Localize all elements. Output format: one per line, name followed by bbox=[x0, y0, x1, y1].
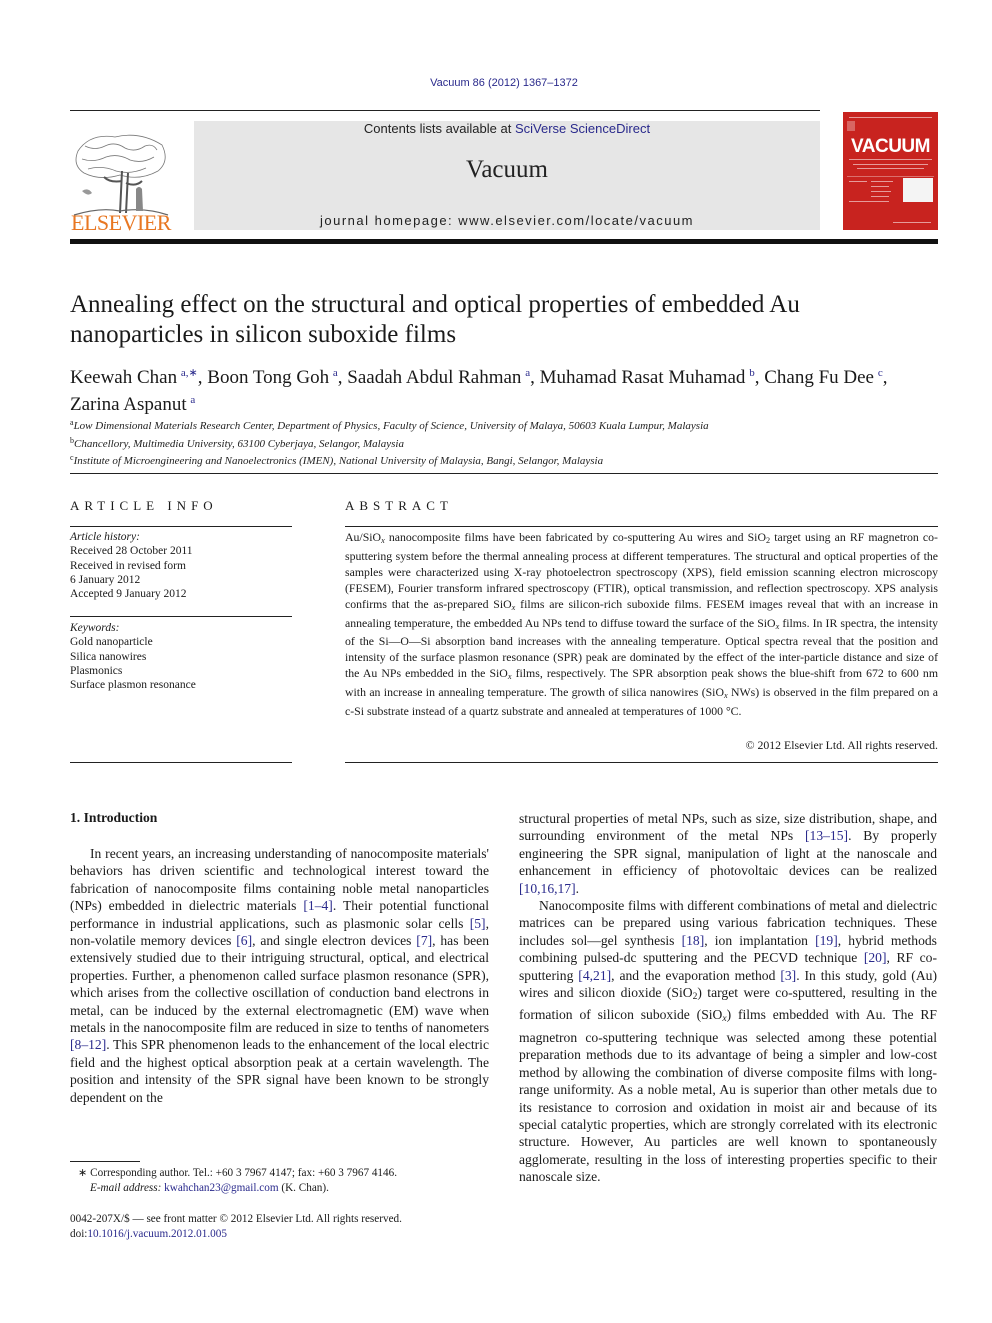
citation-link[interactable]: [13–15] bbox=[805, 828, 848, 843]
journal-cover-image: VACUUM bbox=[843, 112, 938, 230]
citation-link[interactable]: [6] bbox=[236, 933, 252, 948]
author-name: Boon Tong Goh bbox=[207, 367, 333, 388]
text-fragment: . bbox=[575, 880, 580, 896]
author-affiliation-marker[interactable]: a bbox=[190, 394, 195, 406]
abstract-rule bbox=[345, 526, 938, 527]
cover-diagram-icon bbox=[903, 178, 933, 202]
text-fragment: , ion implantation bbox=[704, 932, 816, 948]
doi-link[interactable]: 10.1016/j.vacuum.2012.01.005 bbox=[87, 1228, 227, 1240]
author-name: Zarina Aspanut bbox=[70, 394, 191, 415]
title-divider bbox=[70, 473, 938, 474]
affiliation-item: cInstitute of Microengineering and Nanoe… bbox=[70, 451, 950, 469]
text-fragment: , has been extensively studied due to th… bbox=[70, 933, 489, 1036]
body-column-left: In recent years, an increasing understan… bbox=[70, 845, 489, 1106]
text-fragment: ) films embedded with Au. The RF magnetr… bbox=[519, 1007, 937, 1185]
affiliations: aLow Dimensional Materials Research Cent… bbox=[70, 416, 950, 469]
header-thick-rule bbox=[70, 239, 938, 244]
email-label: E-mail address: bbox=[90, 1182, 165, 1194]
paragraph: In recent years, an increasing understan… bbox=[70, 845, 489, 1106]
corresponding-author-footnote: ∗ Corresponding author. Tel.: +60 3 7967… bbox=[78, 1166, 498, 1196]
section-heading-introduction: 1. Introduction bbox=[70, 810, 158, 825]
text-fragment: . This SPR phenomenon leads to the enhan… bbox=[70, 1037, 489, 1105]
keyword-item: Gold nanoparticle bbox=[70, 636, 153, 649]
article-info-heading: ARTICLE INFO bbox=[70, 498, 218, 513]
keywords-rule bbox=[70, 616, 292, 617]
history-item: Received 28 October 2011 bbox=[70, 545, 193, 558]
footnote-text: Corresponding author. Tel.: +60 3 7967 4… bbox=[87, 1167, 398, 1179]
paragraph: Nanocomposite films with different combi… bbox=[519, 897, 937, 1186]
footnote-marker: ∗ bbox=[78, 1167, 88, 1179]
affiliation-text: Institute of Microengineering and Nanoel… bbox=[73, 455, 604, 467]
keyword-item: Plasmonics bbox=[70, 664, 123, 677]
affiliation-text: Chancellory, Multimedia University, 6310… bbox=[74, 437, 404, 450]
citation-link[interactable]: [19] bbox=[815, 933, 838, 948]
history-item: Accepted 9 January 2012 bbox=[70, 588, 187, 601]
citation-link[interactable]: [7] bbox=[416, 933, 432, 948]
cover-title: VACUUM bbox=[851, 136, 930, 157]
citation-link[interactable]: [5] bbox=[470, 916, 486, 931]
author-separator: , bbox=[530, 367, 540, 388]
journal-title: Vacuum bbox=[466, 156, 548, 183]
affiliation-text: Low Dimensional Materials Research Cente… bbox=[73, 420, 709, 432]
issn-block: 0042-207X/$ — see front matter © 2012 El… bbox=[70, 1212, 510, 1242]
body-column-right: structural properties of metal NPs, such… bbox=[519, 810, 937, 1186]
doi-label: doi: bbox=[70, 1228, 88, 1240]
article-history: Article history: Received 28 October 201… bbox=[70, 530, 292, 601]
keywords-label: Keywords: bbox=[70, 622, 120, 634]
author-name: Saadah Abdul Rahman bbox=[347, 367, 526, 388]
author-name: Chang Fu Dee bbox=[764, 367, 878, 388]
author-list: Keewah Chan a,∗, Boon Tong Goh a, Saadah… bbox=[70, 362, 950, 416]
footnote-rule bbox=[70, 1161, 140, 1162]
citation-link[interactable]: [1–4] bbox=[303, 898, 332, 913]
citation-link[interactable]: [18] bbox=[682, 933, 705, 948]
affiliation-item: aLow Dimensional Materials Research Cent… bbox=[70, 416, 950, 434]
abstract-copyright: © 2012 Elsevier Ltd. All rights reserved… bbox=[745, 738, 938, 752]
author-separator: , bbox=[882, 367, 888, 388]
journal-citation[interactable]: Vacuum 86 (2012) 1367–1372 bbox=[0, 77, 992, 89]
keyword-item: Surface plasmon resonance bbox=[70, 679, 196, 692]
citation-link[interactable]: [4,21] bbox=[578, 968, 611, 983]
text-fragment: , and the evaporation method bbox=[611, 967, 781, 983]
email-link[interactable]: kwahchan23@gmail.com bbox=[164, 1182, 278, 1194]
citation-link[interactable]: [20] bbox=[864, 950, 887, 965]
citation-link[interactable]: [10,16,17] bbox=[519, 881, 576, 896]
contents-prefix: Contents lists available at bbox=[363, 121, 515, 136]
publisher-logo-text: ELSEVIER bbox=[71, 210, 171, 235]
history-item: 6 January 2012 bbox=[70, 573, 141, 586]
issn-line: 0042-207X/$ — see front matter © 2012 El… bbox=[70, 1213, 402, 1225]
affiliation-item: bChancellory, Multimedia University, 631… bbox=[70, 434, 950, 452]
journal-homepage[interactable]: journal homepage: www.elsevier.com/locat… bbox=[194, 213, 820, 228]
header-rule bbox=[70, 110, 820, 111]
abstract-heading: ABSTRACT bbox=[345, 498, 453, 513]
keywords: Keywords: Gold nanoparticle Silica nanow… bbox=[70, 621, 292, 692]
email-suffix: (K. Chan). bbox=[278, 1182, 329, 1194]
keyword-item: Silica nanowires bbox=[70, 650, 147, 663]
article-title: Annealing effect on the structural and o… bbox=[70, 291, 800, 348]
abstract-bottom-rule bbox=[345, 762, 938, 763]
article-info-bottom-rule bbox=[70, 762, 292, 763]
author-separator: , bbox=[337, 367, 348, 388]
contents-line: Contents lists available at SciVerse Sci… bbox=[194, 121, 820, 136]
citation-link[interactable]: [3] bbox=[780, 968, 796, 983]
sciencedirect-link[interactable]: SciVerse ScienceDirect bbox=[515, 121, 650, 136]
author-affiliation-marker[interactable]: a,∗ bbox=[181, 367, 198, 379]
citation-link[interactable]: [8–12] bbox=[70, 1037, 106, 1052]
article-info-rule bbox=[70, 526, 292, 527]
abstract-text: Au/SiOx nanocomposite films have been fa… bbox=[345, 530, 938, 720]
text-fragment: , and single electron devices bbox=[252, 933, 417, 949]
abstract-fragment: nanocomposite films have been fabricated… bbox=[384, 530, 766, 544]
author-name: Keewah Chan bbox=[70, 367, 181, 388]
abstract-fragment: Au/SiO bbox=[345, 530, 382, 544]
author-name: Muhamad Rasat Muhamad bbox=[539, 367, 750, 388]
history-item: Received in revised form bbox=[70, 559, 186, 572]
paragraph: structural properties of metal NPs, such… bbox=[519, 810, 937, 897]
author-separator: , bbox=[754, 367, 765, 388]
author-separator: , bbox=[197, 367, 208, 388]
history-label: Article history: bbox=[70, 531, 140, 543]
